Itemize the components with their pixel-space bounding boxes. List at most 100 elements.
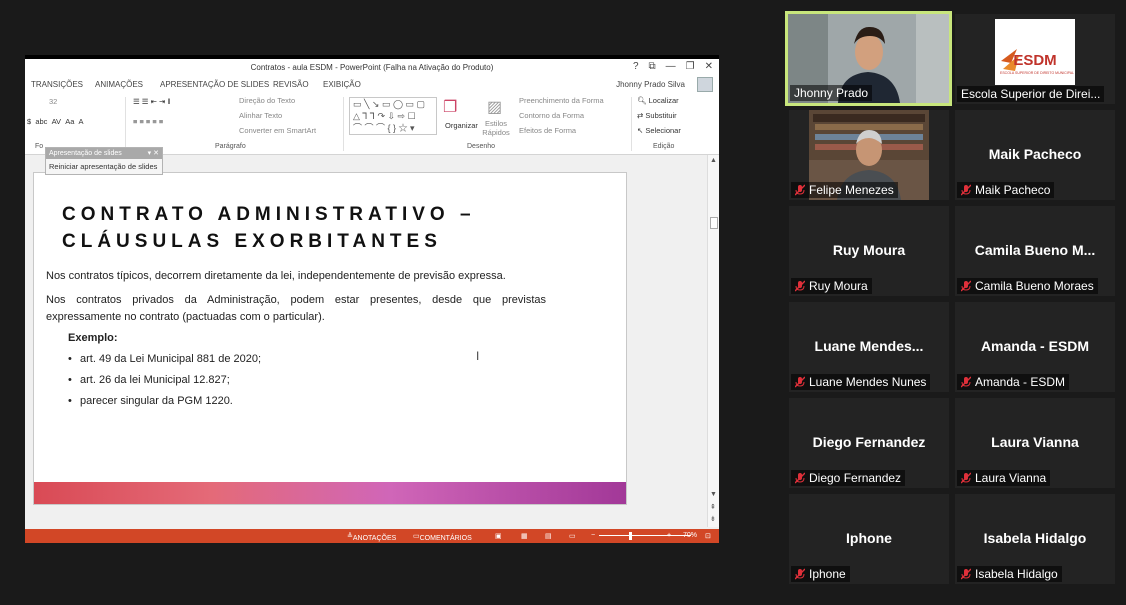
convert-smartart-button[interactable]: Converter em SmartArt: [239, 126, 316, 135]
participant-tile[interactable]: Isabela Hidalgo Isabela Hidalgo: [955, 494, 1115, 584]
restore-ribbon-icon[interactable]: ⧉: [649, 61, 656, 72]
participant-name: Isabela Hidalgo: [975, 567, 1058, 581]
quick-styles-button[interactable]: Estilos Rápidos: [481, 119, 511, 137]
replace-label: Substituir: [645, 111, 677, 120]
font-format-icons[interactable]: $ abc AV Aa A: [27, 117, 84, 126]
find-icon: 🔍︎: [637, 96, 647, 105]
popup-header[interactable]: Apresentação de slides ▾ ✕: [46, 148, 162, 159]
replace-button[interactable]: ⇄ Substituir: [637, 111, 677, 120]
participant-tile[interactable]: Iphone Iphone: [789, 494, 949, 584]
notes-label: ANOTAÇÕES: [352, 535, 397, 542]
slide-heading: CONTRATO ADMINISTRATIVO – CLÁUSULAS EXOR…: [62, 201, 476, 255]
muted-mic-icon: [961, 184, 971, 196]
find-button[interactable]: 🔍︎ Localizar: [637, 96, 679, 105]
signed-in-user[interactable]: Jhonny Prado Silva: [616, 80, 685, 89]
align-icons[interactable]: ≡ ≡ ≡ ≡ ≡: [133, 117, 163, 126]
participant-display-name: Laura Vianna: [991, 434, 1079, 450]
participant-tile-active-speaker[interactable]: Jhonny Prado: [785, 11, 952, 106]
slide-paragraph-2: Nos contratos privados da Administração,…: [46, 294, 546, 323]
slide-sorter-icon[interactable]: ▦: [521, 532, 528, 540]
participant-tile[interactable]: Amanda - ESDM Amanda - ESDM: [955, 302, 1115, 392]
muted-mic-icon: [961, 568, 971, 580]
font-size-field[interactable]: 32: [49, 97, 57, 106]
muted-mic-icon: [795, 472, 805, 484]
bullet-item: • art. 26 da lei Municipal 12.827;: [68, 374, 230, 386]
notes-button[interactable]: ≜ ANOTAÇÕES: [347, 532, 396, 542]
quick-styles-icon[interactable]: ▨: [487, 97, 502, 117]
participant-name: Felipe Menezes: [809, 183, 894, 197]
draw-group-label: Desenho: [467, 143, 496, 150]
close-icon[interactable]: ✕: [705, 61, 713, 72]
shape-effects-button[interactable]: Efeitos de Forma: [519, 126, 576, 135]
participant-tile[interactable]: Luane Mendes... Luane Mendes Nunes: [789, 302, 949, 392]
zoom-slider-knob[interactable]: [628, 532, 632, 540]
paragraph-group-label: Parágrafo: [215, 143, 246, 150]
slide-canvas[interactable]: CONTRATO ADMINISTRATIVO – CLÁUSULAS EXOR…: [33, 172, 627, 505]
arrange-icon[interactable]: ❐: [443, 97, 457, 117]
ppt-titlebar: Contratos - aula ESDM - PowerPoint (Falh…: [25, 55, 719, 77]
shape-fill-button[interactable]: Preenchimento da Forma: [519, 96, 604, 105]
normal-view-icon[interactable]: ▣: [495, 532, 502, 540]
muted-mic-icon: [795, 184, 805, 196]
zoom-in-icon[interactable]: +: [667, 532, 671, 539]
example-label: Exemplo:: [68, 332, 118, 344]
comments-button[interactable]: ▭ COMENTÁRIOS: [413, 532, 472, 542]
align-text-button[interactable]: Alinhar Texto: [239, 111, 282, 120]
shapes-gallery[interactable]: ▭ ╲ ↘ ▭ ◯ ▭ ▢ △ ⅂ ⅂ ↷ ⇩ ⇨ ☐ ⌒ ⌒ ⌒ { } ☆ …: [349, 97, 437, 135]
tab-apresentacao[interactable]: APRESENTAÇÃO DE SLIDES: [160, 80, 269, 89]
tab-transicoes[interactable]: TRANSIÇÕES: [31, 80, 83, 89]
tab-revisao[interactable]: REVISÃO: [273, 80, 309, 89]
slideshow-view-icon[interactable]: ▭: [569, 532, 576, 540]
text-direction-button[interactable]: Direção do Texto: [239, 96, 295, 105]
muted-mic-icon: [795, 568, 805, 580]
arrange-button[interactable]: Organizar: [445, 121, 478, 130]
maximize-icon[interactable]: ❐: [686, 61, 695, 72]
participant-nametag: Diego Fernandez: [791, 470, 906, 486]
participant-nametag: Camila Bueno Moraes: [957, 278, 1098, 294]
participant-nametag: Laura Vianna: [957, 470, 1051, 486]
zoom-out-icon[interactable]: −: [591, 532, 595, 539]
scroll-up-icon[interactable]: ▲: [710, 157, 717, 164]
participant-tile[interactable]: Felipe Menezes: [789, 110, 949, 200]
scroll-down-icon[interactable]: ▼: [710, 491, 717, 498]
slide-heading-line2: CLÁUSULAS EXORBITANTES: [62, 231, 442, 252]
participant-name: Jhonny Prado: [794, 86, 869, 100]
participant-nametag: Felipe Menezes: [791, 182, 898, 198]
select-button[interactable]: ↖ Selecionar: [637, 126, 681, 135]
bullet-item: • art. 49 da Lei Municipal 881 de 2020;: [68, 353, 262, 365]
user-avatar[interactable]: [697, 77, 713, 92]
tab-exibicao[interactable]: EXIBIÇÃO: [323, 80, 361, 89]
participant-tile[interactable]: Camila Bueno M... Camila Bueno Moraes: [955, 206, 1115, 296]
help-icon[interactable]: ?: [633, 61, 639, 72]
bullet-text: art. 49 da Lei Municipal 881 de 2020;: [80, 353, 262, 365]
vertical-scrollbar[interactable]: ▲ ▼ ⇞ ⇟: [707, 155, 719, 527]
participant-tile[interactable]: Diego Fernandez Diego Fernandez: [789, 398, 949, 488]
participant-tile[interactable]: Maik Pacheco Maik Pacheco: [955, 110, 1115, 200]
participant-tile[interactable]: ESDM ESCOLA SUPERIOR DE DIREITO MUNICIPA…: [955, 14, 1115, 104]
scroll-thumb[interactable]: [710, 217, 718, 229]
ribbon-tabs: TRANSIÇÕES ANIMAÇÕES APRESENTAÇÃO DE SLI…: [25, 77, 719, 93]
bullet-text: parecer singular da PGM 1220.: [80, 395, 233, 407]
find-label: Localizar: [648, 96, 679, 105]
participant-tile[interactable]: Laura Vianna Laura Vianna: [955, 398, 1115, 488]
tab-animacoes[interactable]: ANIMAÇÕES: [95, 80, 143, 89]
bullet-text: art. 26 da lei Municipal 12.827;: [80, 374, 230, 386]
zoom-slider[interactable]: [599, 535, 691, 536]
shape-outline-button[interactable]: Contorno da Forma: [519, 111, 584, 120]
participant-name: Escola Superior de Direi...: [961, 87, 1101, 101]
next-slide-icon[interactable]: ⇟: [710, 515, 716, 523]
reading-view-icon[interactable]: ▤: [545, 532, 552, 540]
close-icon[interactable]: ▾ ✕: [148, 148, 159, 159]
participant-display-name: Luane Mendes...: [814, 338, 924, 354]
participant-tile[interactable]: Ruy Moura Ruy Moura: [789, 206, 949, 296]
minimize-icon[interactable]: —: [666, 61, 676, 72]
restart-slideshow-item[interactable]: Reiniciar apresentação de slides: [46, 159, 162, 174]
participant-name: Camila Bueno Moraes: [975, 279, 1094, 293]
participant-name: Ruy Moura: [809, 279, 868, 293]
participant-nametag: Escola Superior de Direi...: [957, 86, 1105, 102]
prev-slide-icon[interactable]: ⇞: [710, 503, 716, 511]
zoom-level[interactable]: 70%: [683, 532, 697, 539]
fit-slide-icon[interactable]: ⊡: [705, 532, 711, 540]
list-icons[interactable]: ☰ ☰ ⇤ ⇥ ‖: [133, 97, 170, 106]
participant-display-name: Amanda - ESDM: [980, 338, 1090, 354]
